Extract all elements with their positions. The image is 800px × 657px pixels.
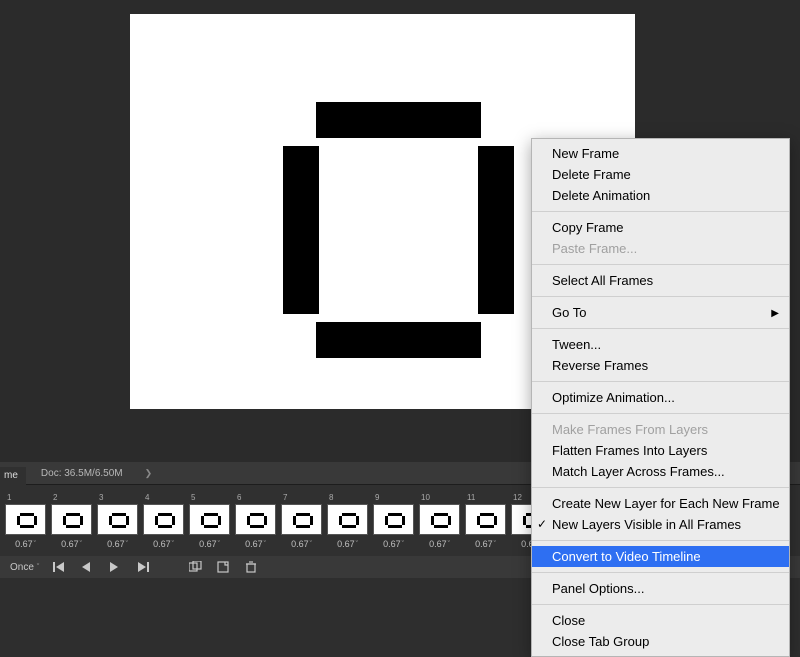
frame-duration[interactable]: 0.67ˇ: [337, 539, 358, 549]
menu-separator: [532, 413, 789, 414]
frame-duration[interactable]: 0.67ˇ: [291, 539, 312, 549]
frame-thumbnail[interactable]: 3 0.67ˇ: [97, 493, 138, 549]
frame-duration[interactable]: 0.67ˇ: [153, 539, 174, 549]
menu-separator: [532, 572, 789, 573]
menu-item[interactable]: Match Layer Across Frames...: [532, 461, 789, 482]
new-frame-button[interactable]: [217, 561, 231, 573]
frame-thumbnail[interactable]: 10 0.67ˇ: [419, 493, 460, 549]
menu-item[interactable]: Panel Options...: [532, 578, 789, 599]
frame-thumbnail[interactable]: 9 0.67ˇ: [373, 493, 414, 549]
menu-item: Make Frames From Layers: [532, 419, 789, 440]
menu-separator: [532, 296, 789, 297]
shape-top: [316, 102, 481, 138]
frame-number: 10: [419, 493, 430, 502]
loop-dropdown[interactable]: Once ˇ: [10, 562, 39, 573]
menu-item[interactable]: Delete Animation: [532, 185, 789, 206]
frame-preview: [235, 504, 276, 535]
frame-number: 7: [281, 493, 287, 502]
timeline-tab[interactable]: me: [0, 467, 26, 485]
menu-separator: [532, 381, 789, 382]
chevron-right-icon[interactable]: ❯: [145, 468, 153, 479]
first-frame-button[interactable]: [53, 562, 67, 572]
menu-item[interactable]: New Frame: [532, 143, 789, 164]
frame-number: 12: [511, 493, 522, 502]
shape-right: [478, 146, 514, 314]
frame-number: 3: [97, 493, 103, 502]
menu-separator: [532, 540, 789, 541]
frame-thumbnail[interactable]: 1 0.67ˇ: [5, 493, 46, 549]
frame-duration[interactable]: 0.67ˇ: [245, 539, 266, 549]
doc-size: Doc: 36.5M/6.50M: [41, 468, 123, 479]
menu-item[interactable]: Create New Layer for Each New Frame: [532, 493, 789, 514]
menu-separator: [532, 211, 789, 212]
frame-preview: [5, 504, 46, 535]
shape-left: [283, 146, 319, 314]
menu-separator: [532, 604, 789, 605]
menu-item[interactable]: Copy Frame: [532, 217, 789, 238]
tween-button[interactable]: [189, 561, 203, 573]
menu-item[interactable]: Close Tab Group: [532, 631, 789, 652]
frame-number: 11: [465, 493, 475, 502]
frame-preview: [373, 504, 414, 535]
frame-preview: [97, 504, 138, 535]
delete-frame-button[interactable]: [245, 561, 259, 573]
frame-thumbnail[interactable]: 2 0.67ˇ: [51, 493, 92, 549]
shape-bottom: [316, 322, 481, 358]
menu-item[interactable]: Reverse Frames: [532, 355, 789, 376]
frame-thumbnail[interactable]: 6 0.67ˇ: [235, 493, 276, 549]
frame-duration[interactable]: 0.67ˇ: [15, 539, 36, 549]
frame-duration[interactable]: 0.67ˇ: [429, 539, 450, 549]
menu-item[interactable]: Optimize Animation...: [532, 387, 789, 408]
menu-item[interactable]: Tween...: [532, 334, 789, 355]
frame-preview: [419, 504, 460, 535]
prev-frame-button[interactable]: [81, 562, 95, 572]
chevron-down-icon: ˇ: [37, 564, 39, 571]
frame-thumbnail[interactable]: 8 0.67ˇ: [327, 493, 368, 549]
frame-number: 9: [373, 493, 379, 502]
frame-preview: [281, 504, 322, 535]
frame-duration[interactable]: 0.67ˇ: [61, 539, 82, 549]
frame-duration[interactable]: 0.67ˇ: [475, 539, 496, 549]
frame-thumbnail[interactable]: 7 0.67ˇ: [281, 493, 322, 549]
frame-number: 4: [143, 493, 149, 502]
frame-preview: [189, 504, 230, 535]
frame-duration[interactable]: 0.67ˇ: [383, 539, 404, 549]
menu-item[interactable]: Convert to Video Timeline: [532, 546, 789, 567]
menu-item[interactable]: Flatten Frames Into Layers: [532, 440, 789, 461]
menu-separator: [532, 487, 789, 488]
frame-number: 8: [327, 493, 333, 502]
frame-preview: [327, 504, 368, 535]
frame-preview: [51, 504, 92, 535]
check-icon: ✓: [537, 516, 547, 533]
frame-number: 5: [189, 493, 195, 502]
submenu-arrow-icon: ▶: [771, 305, 779, 322]
frame-thumbnail[interactable]: 11 0.67ˇ: [465, 493, 506, 549]
frame-thumbnail[interactable]: 5 0.67ˇ: [189, 493, 230, 549]
menu-item[interactable]: Close: [532, 610, 789, 631]
menu-item[interactable]: Go To▶: [532, 302, 789, 323]
menu-item[interactable]: Delete Frame: [532, 164, 789, 185]
menu-separator: [532, 264, 789, 265]
frame-duration[interactable]: 0.67ˇ: [107, 539, 128, 549]
play-button[interactable]: [109, 562, 123, 572]
frame-thumbnail[interactable]: 4 0.67ˇ: [143, 493, 184, 549]
frame-preview: [143, 504, 184, 535]
menu-item[interactable]: New Layers Visible in All Frames✓: [532, 514, 789, 535]
frame-duration[interactable]: 0.67ˇ: [199, 539, 220, 549]
menu-item: Paste Frame...: [532, 238, 789, 259]
timeline-flyout-menu: New FrameDelete FrameDelete Animation Cop…: [531, 138, 790, 657]
menu-separator: [532, 328, 789, 329]
menu-item[interactable]: Select All Frames: [532, 270, 789, 291]
frame-number: 2: [51, 493, 57, 502]
next-frame-button[interactable]: [137, 562, 151, 572]
frame-number: 6: [235, 493, 241, 502]
frame-preview: [465, 504, 506, 535]
frame-number: 1: [5, 493, 11, 502]
